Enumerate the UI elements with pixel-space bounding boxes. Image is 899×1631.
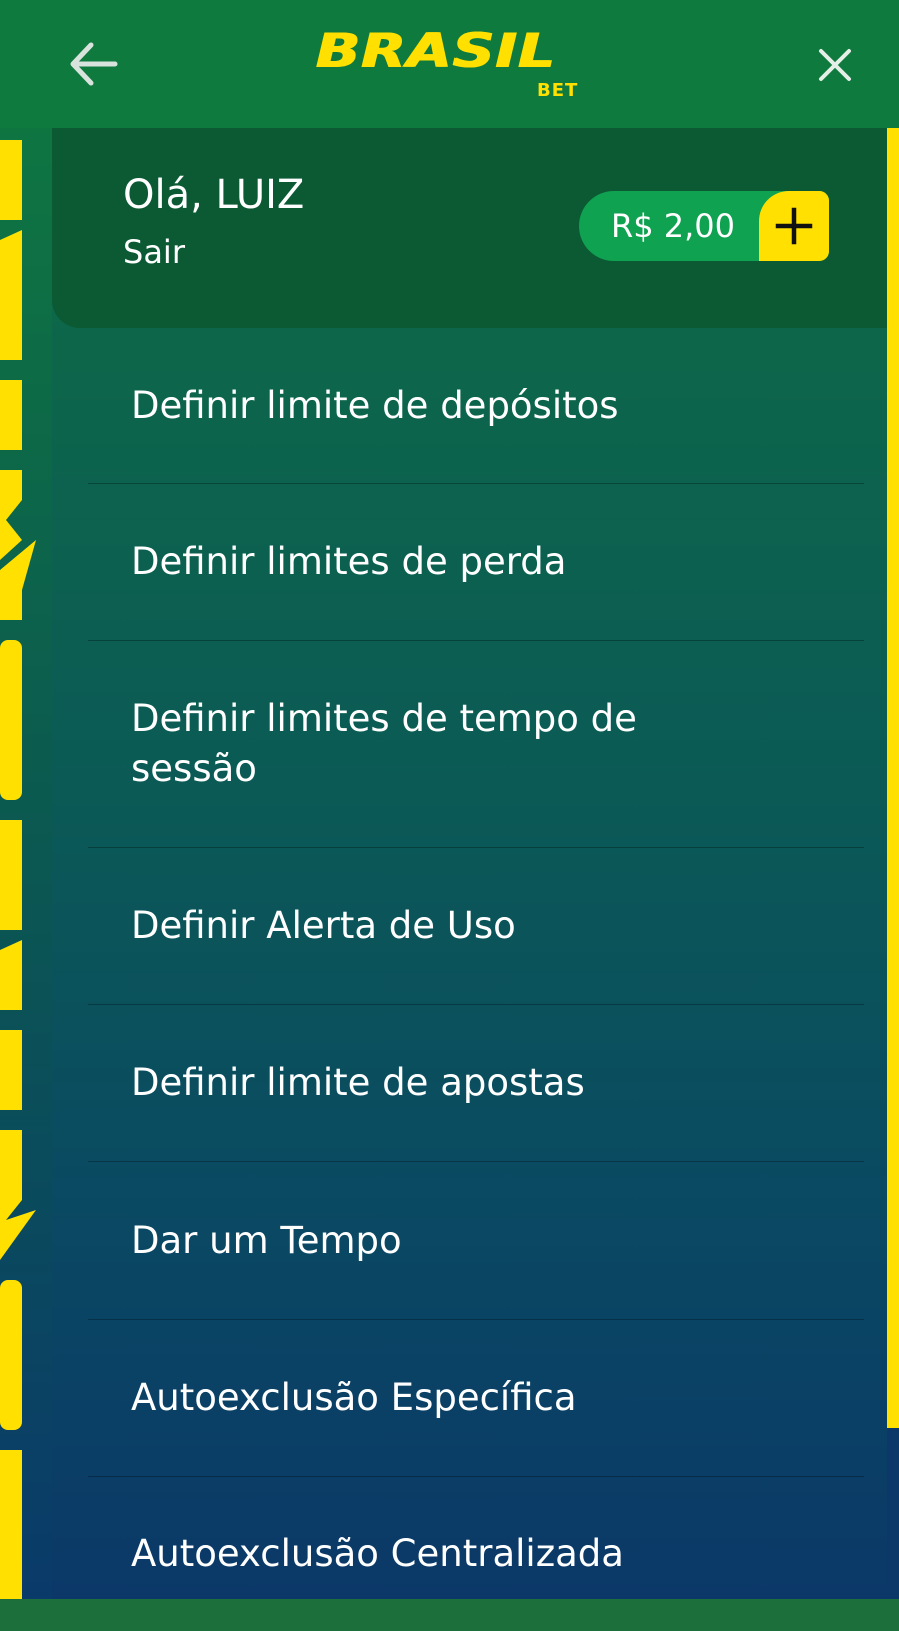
plus-icon (775, 207, 813, 245)
deposit-button[interactable] (759, 191, 829, 261)
balance-amount: R$ 2,00 (610, 207, 735, 245)
menu-item-label: Definir Alerta de Uso (131, 904, 516, 947)
scrollbar-track (887, 1428, 899, 1599)
arrow-left-icon (70, 42, 118, 86)
close-button[interactable] (810, 40, 860, 90)
menu-item-label: Autoexclusão Centralizada (131, 1532, 624, 1575)
back-button[interactable] (62, 36, 124, 92)
menu-item-centralized-self-exclusion[interactable]: Autoexclusão Centralizada (88, 1477, 864, 1631)
menu-item-label: Definir limite de apostas (131, 1061, 585, 1104)
top-bar: BRASIL BET (0, 0, 899, 128)
background-pattern (0, 0, 52, 1599)
user-greeting: Olá, LUIZ (123, 172, 305, 218)
menu-item-bet-limit[interactable]: Definir limite de apostas (88, 1005, 864, 1162)
logo-subtext: BET (537, 80, 579, 101)
menu-item-session-time-limits[interactable]: Definir limites de tempo de sessão (88, 641, 864, 848)
menu-item-label: Definir limites de tempo de sessão (131, 697, 637, 790)
close-icon (819, 49, 851, 81)
brand-logo: BRASIL BET (315, 26, 585, 106)
menu-item-take-a-break[interactable]: Dar um Tempo (88, 1162, 864, 1320)
responsible-gaming-menu: Definir limite de depósitos Definir limi… (88, 328, 864, 1631)
menu-item-label: Definir limites de perda (131, 540, 567, 583)
logo-text: BRASIL (315, 22, 556, 79)
menu-item-label: Autoexclusão Específica (131, 1376, 577, 1419)
scrollbar[interactable] (887, 128, 899, 1428)
menu-item-usage-alert[interactable]: Definir Alerta de Uso (88, 848, 864, 1005)
menu-item-specific-self-exclusion[interactable]: Autoexclusão Específica (88, 1320, 864, 1477)
menu-item-deposit-limit[interactable]: Definir limite de depósitos (88, 328, 864, 484)
menu-item-label: Definir limite de depósitos (131, 383, 619, 427)
logout-link[interactable]: Sair (123, 233, 185, 271)
balance-button[interactable]: R$ 2,00 (579, 191, 829, 261)
menu-item-label: Dar um Tempo (131, 1218, 402, 1262)
menu-item-loss-limits[interactable]: Definir limites de perda (88, 484, 864, 641)
